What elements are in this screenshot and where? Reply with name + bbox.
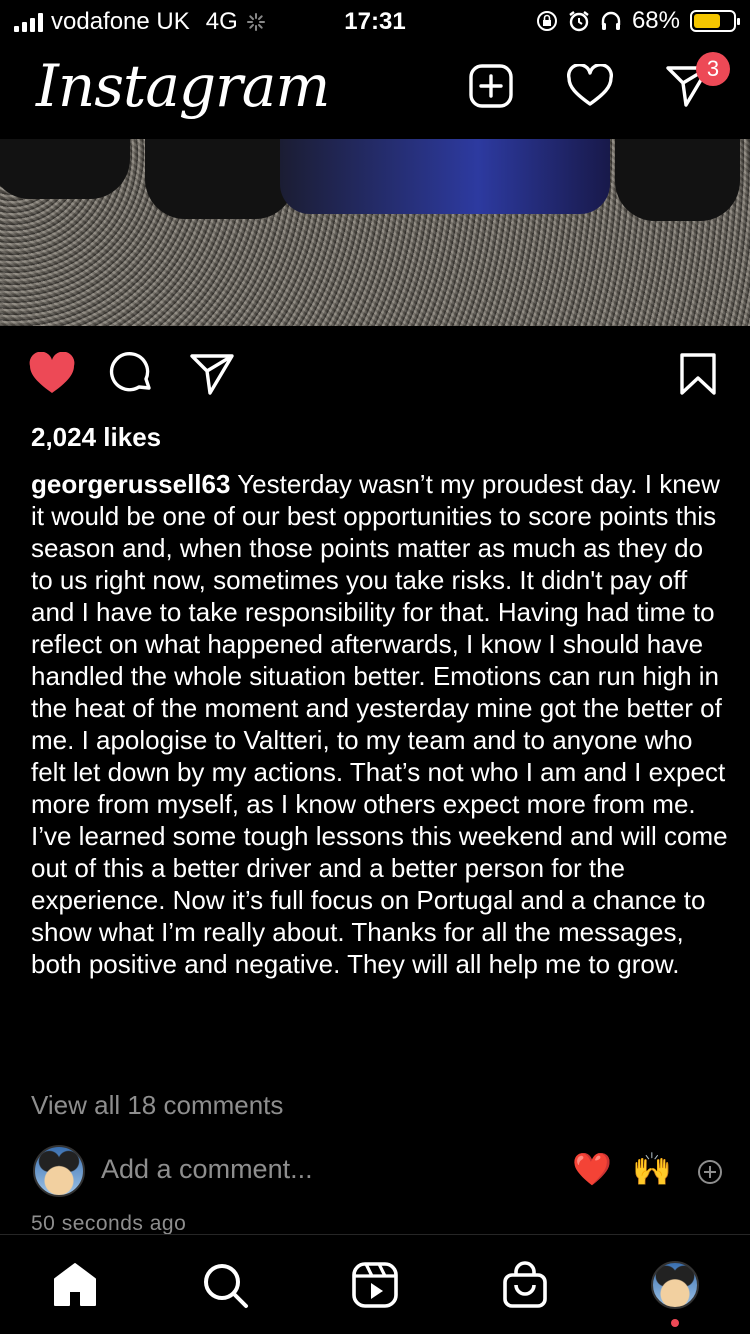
post-image[interactable]	[0, 139, 750, 326]
post-caption: georgerussell63 Yesterday wasn’t my prou…	[31, 468, 731, 980]
share-button[interactable]	[188, 350, 236, 398]
shop-icon	[503, 1261, 547, 1308]
bookmark-icon	[680, 353, 716, 395]
direct-badge: 3	[696, 52, 730, 86]
caption-username[interactable]: georgerussell63	[31, 469, 230, 499]
alarm-icon	[569, 11, 589, 32]
tab-search[interactable]	[199, 1259, 251, 1311]
post-actions	[0, 344, 750, 404]
orientation-lock-icon	[536, 11, 557, 31]
search-icon	[204, 1264, 248, 1308]
new-post-icon	[469, 64, 513, 108]
app-header: Instagram 3	[0, 44, 750, 139]
comment-input[interactable]: Add a comment...	[101, 1154, 313, 1185]
add-circle-icon	[698, 1160, 722, 1184]
comment-button[interactable]	[108, 350, 156, 398]
new-post-button[interactable]	[467, 62, 515, 110]
comment-icon	[109, 351, 151, 392]
post-timestamp: 50 seconds ago	[31, 1212, 187, 1235]
battery-level	[694, 14, 720, 28]
caption-text: Yesterday wasn’t my proudest day. I knew…	[31, 469, 728, 979]
activity-button[interactable]	[566, 62, 614, 110]
save-button[interactable]	[674, 350, 722, 398]
instagram-logo[interactable]: Instagram	[36, 52, 330, 120]
profile-avatar	[651, 1261, 699, 1309]
share-icon	[190, 354, 234, 395]
view-all-comments-link[interactable]: View all 18 comments	[31, 1090, 283, 1121]
tyre-left	[0, 139, 130, 199]
profile-notification-dot	[671, 1319, 679, 1327]
like-count[interactable]: 2,024 likes	[31, 422, 161, 453]
reaction-raised-hands-button[interactable]: 🙌	[632, 1150, 672, 1188]
direct-messages-button[interactable]: 3	[664, 52, 730, 110]
status-right: 68%	[536, 7, 740, 35]
tyre-center-left	[145, 139, 295, 219]
like-button[interactable]	[28, 350, 76, 398]
add-comment-row: Add a comment... ❤️ 🙌	[0, 1142, 750, 1200]
tab-profile[interactable]	[649, 1259, 701, 1311]
more-emoji-button[interactable]	[697, 1159, 723, 1190]
reaction-heart-button[interactable]: ❤️	[572, 1150, 612, 1188]
status-bar: vodafone UK 4G 17:31 68%	[0, 0, 750, 44]
user-avatar	[33, 1145, 85, 1197]
tab-shop[interactable]	[499, 1259, 551, 1311]
tab-home[interactable]	[49, 1259, 101, 1311]
tab-reels[interactable]	[349, 1259, 401, 1311]
car-debris	[280, 139, 610, 214]
activity-heart-icon	[567, 64, 613, 106]
tyre-right	[615, 139, 740, 221]
reels-icon	[352, 1262, 398, 1308]
headphones-icon	[601, 11, 621, 30]
battery-percent: 68%	[631, 7, 680, 34]
heart-filled-icon	[29, 352, 75, 393]
bottom-tab-bar	[0, 1234, 750, 1334]
battery-icon	[690, 10, 740, 32]
home-icon	[54, 1263, 96, 1306]
